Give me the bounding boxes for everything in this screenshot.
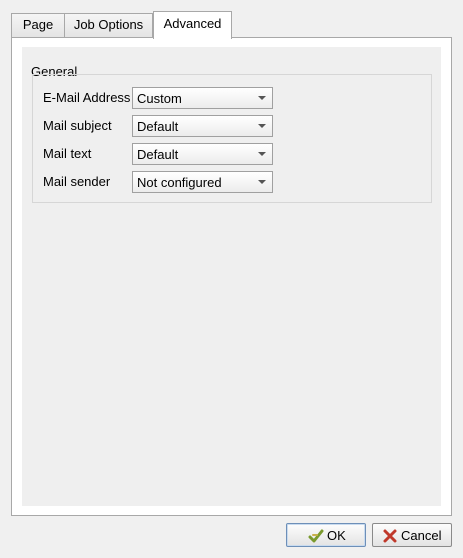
mail-text-value: Default bbox=[137, 147, 179, 162]
chevron-down-icon bbox=[258, 152, 266, 156]
tab-panel: General E-Mail Address Custom Mail subje… bbox=[11, 37, 452, 516]
chevron-down-icon bbox=[258, 124, 266, 128]
mail-sender-row: Mail sender Not configured bbox=[43, 171, 423, 193]
ok-button[interactable]: OK bbox=[286, 523, 366, 547]
mail-sender-value: Not configured bbox=[137, 175, 222, 190]
mail-subject-select[interactable]: Default bbox=[132, 115, 273, 137]
content-area: General E-Mail Address Custom Mail subje… bbox=[22, 47, 441, 506]
checkmark-arrow-icon bbox=[308, 529, 324, 543]
email-address-row: E-Mail Address Custom bbox=[43, 87, 423, 109]
mail-subject-row: Mail subject Default bbox=[43, 115, 423, 137]
cross-icon bbox=[383, 529, 397, 543]
mail-text-select[interactable]: Default bbox=[132, 143, 273, 165]
cancel-button[interactable]: Cancel bbox=[372, 523, 452, 547]
tab-page[interactable]: Page bbox=[11, 13, 65, 37]
mail-sender-label: Mail sender bbox=[43, 174, 111, 189]
mail-subject-value: Default bbox=[137, 119, 179, 134]
general-group: E-Mail Address Custom Mail subject Defau… bbox=[32, 74, 432, 203]
chevron-down-icon bbox=[258, 180, 266, 184]
tab-job-options[interactable]: Job Options bbox=[64, 13, 153, 37]
mail-text-label: Mail text bbox=[43, 146, 92, 161]
mail-subject-label: Mail subject bbox=[43, 118, 112, 133]
cancel-label: Cancel bbox=[401, 528, 442, 543]
ok-label: OK bbox=[327, 528, 346, 543]
chevron-down-icon bbox=[258, 96, 266, 100]
mail-sender-select[interactable]: Not configured bbox=[132, 171, 273, 193]
email-address-label: E-Mail Address bbox=[43, 90, 131, 105]
tab-advanced[interactable]: Advanced bbox=[153, 11, 232, 39]
email-address-value: Custom bbox=[137, 91, 182, 106]
mail-text-row: Mail text Default bbox=[43, 143, 423, 165]
email-address-select[interactable]: Custom bbox=[132, 87, 273, 109]
